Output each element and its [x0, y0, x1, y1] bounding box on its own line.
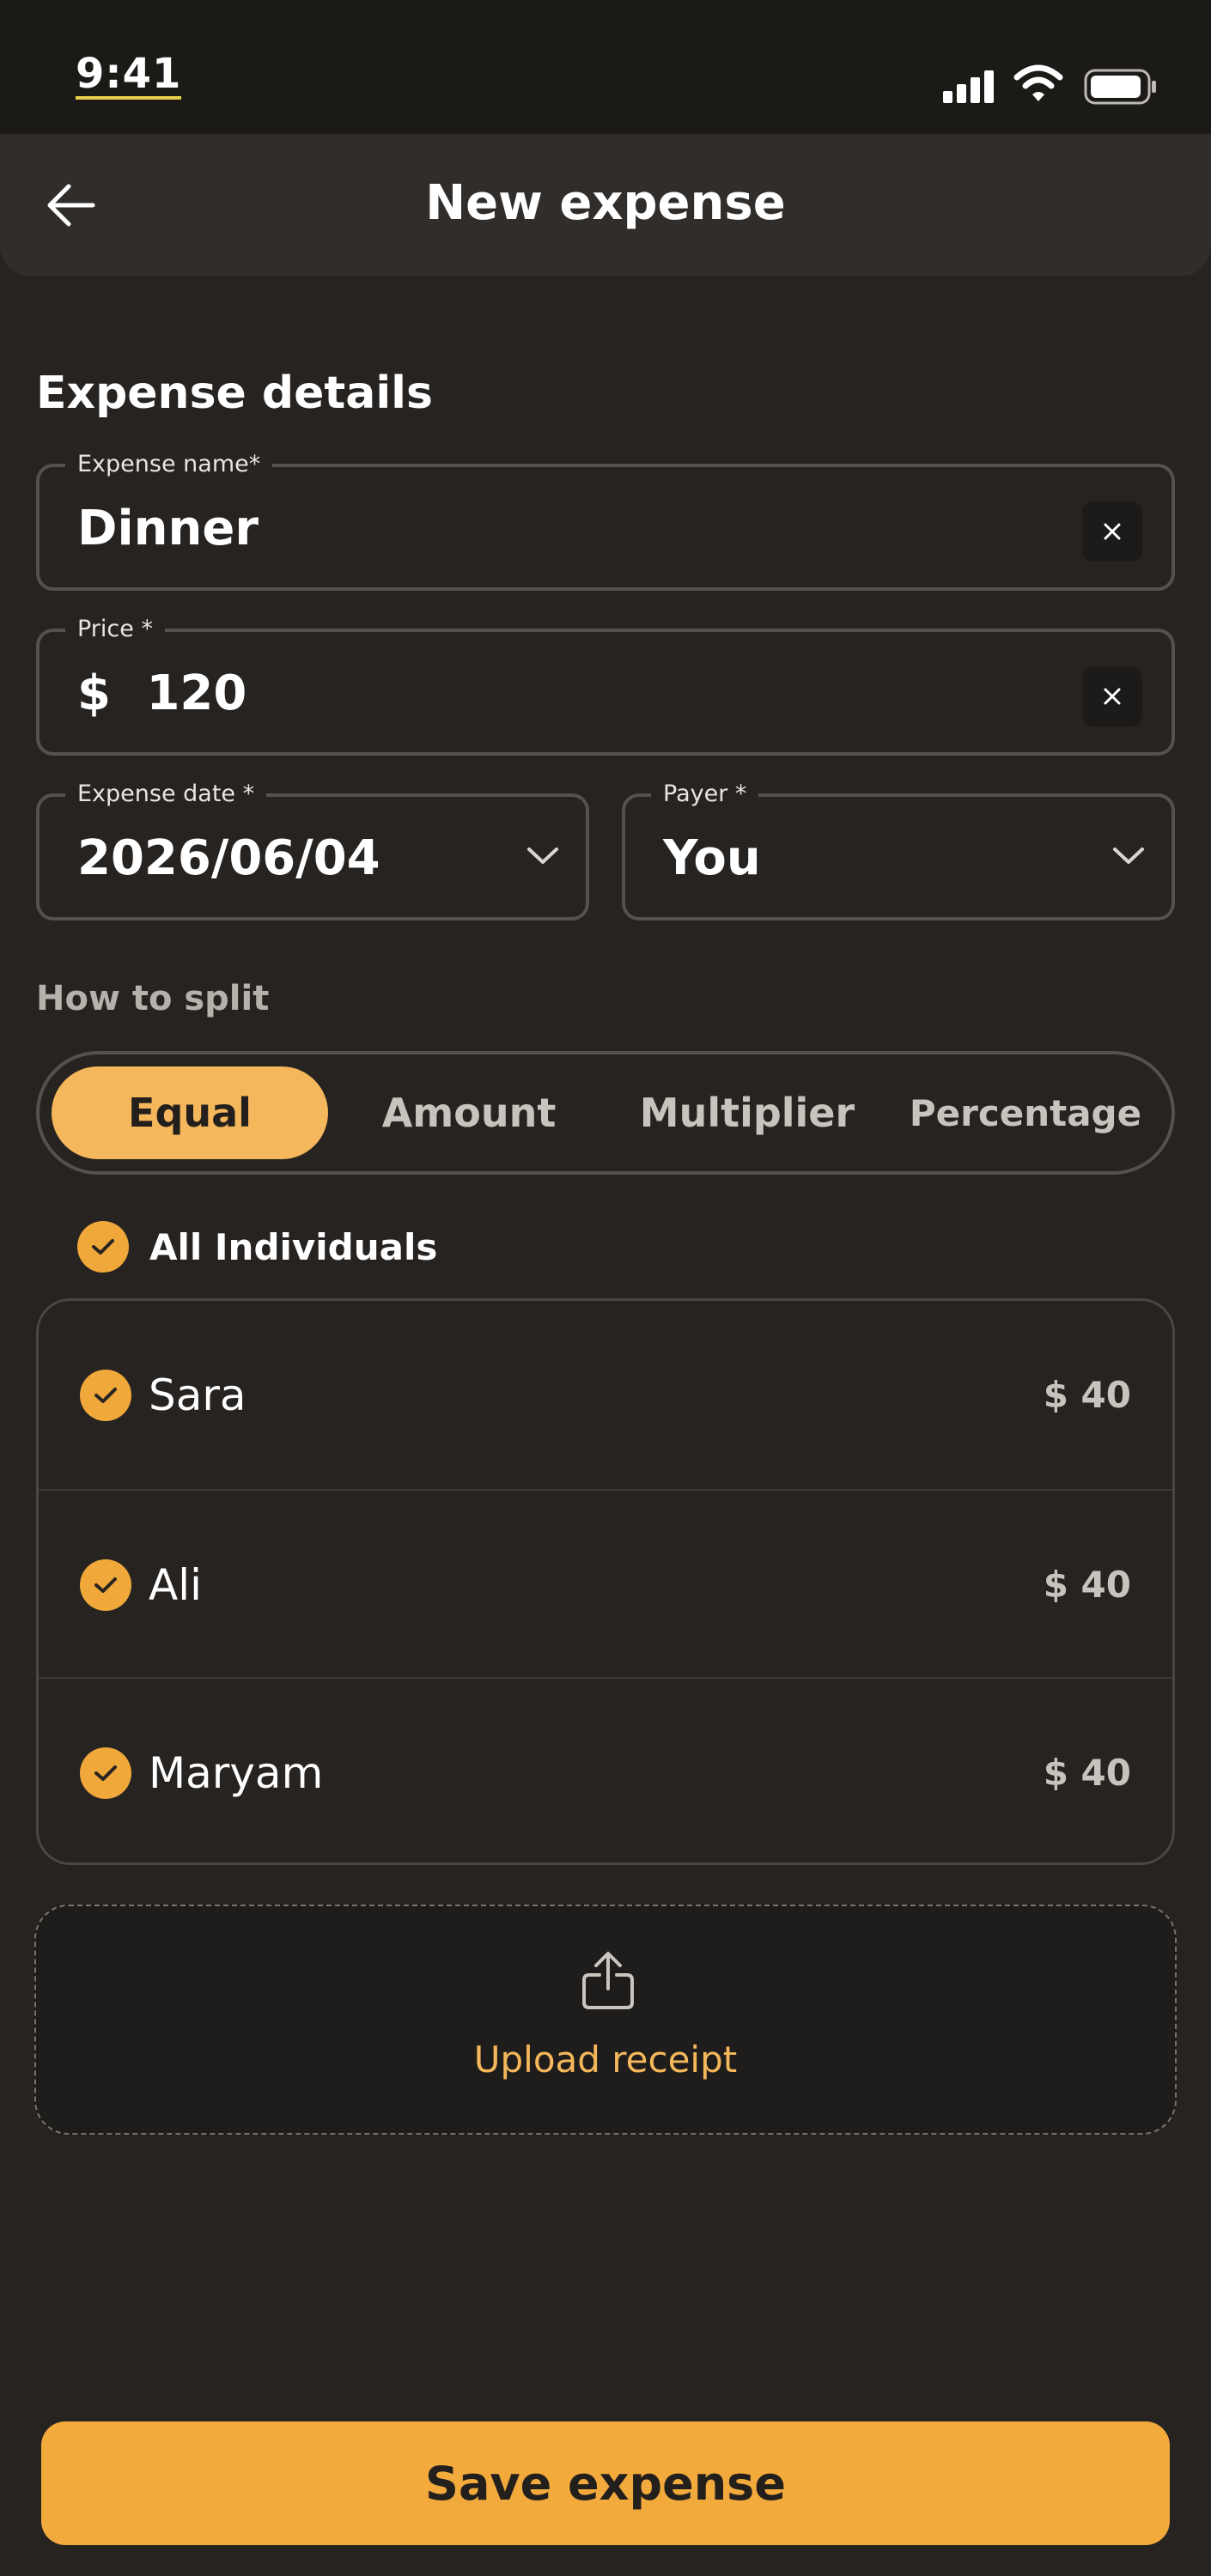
checkbox-checked[interactable] — [77, 1221, 129, 1273]
check-icon — [94, 1577, 117, 1593]
participants-list: Sara $ 40 Ali $ 40 Maryam $ 40 — [36, 1298, 1175, 1865]
tab-multiplier[interactable]: Multiplier — [610, 1066, 885, 1159]
participant-name: Ali — [149, 1560, 202, 1610]
status-time: 9:41 — [76, 50, 182, 100]
chevron-down-icon — [1113, 848, 1144, 864]
price-value[interactable]: 120 — [146, 665, 246, 721]
battery-icon — [1084, 69, 1156, 105]
payer-value: You — [663, 830, 761, 886]
check-icon — [94, 1388, 117, 1403]
upload-receipt-label: Upload receipt — [473, 2038, 738, 2081]
all-individuals-label: All Individuals — [149, 1225, 438, 1268]
checkbox-checked[interactable] — [80, 1559, 131, 1611]
participant-amount: $ 40 — [1043, 1564, 1131, 1606]
currency-symbol: $ — [77, 665, 111, 721]
price-value-group[interactable]: $ 120 — [77, 666, 246, 721]
upload-share-icon — [582, 1952, 634, 2009]
checkbox-checked[interactable] — [80, 1370, 131, 1421]
price-field[interactable]: Price * $ 120 — [36, 617, 1175, 756]
app-header: New expense — [0, 134, 1211, 276]
participant-name: Sara — [149, 1370, 246, 1420]
expense-name-label: Expense name* — [65, 452, 273, 477]
wifi-icon — [1013, 64, 1063, 101]
price-label: Price * — [65, 617, 165, 642]
check-icon — [92, 1239, 114, 1255]
expense-date-value: 2026/06/04 — [77, 830, 380, 886]
list-item[interactable]: Maryam $ 40 — [39, 1677, 1172, 1867]
save-expense-button[interactable]: Save expense — [41, 2421, 1170, 2545]
close-icon — [1104, 688, 1121, 705]
expense-date-label: Expense date * — [65, 781, 267, 807]
expense-date-select[interactable]: Expense date * 2026/06/04 — [36, 781, 589, 920]
section-title-expense-details: Expense details — [36, 368, 433, 419]
participant-amount: $ 40 — [1043, 1374, 1131, 1416]
clear-name-button[interactable] — [1082, 501, 1142, 562]
list-item[interactable]: Sara $ 40 — [39, 1301, 1172, 1489]
payer-select[interactable]: Payer * You — [622, 781, 1175, 920]
expense-name-value[interactable]: Dinner — [77, 501, 259, 556]
participant-amount: $ 40 — [1043, 1752, 1131, 1794]
clear-price-button[interactable] — [1082, 666, 1142, 726]
tab-amount[interactable]: Amount — [332, 1066, 606, 1159]
payer-label: Payer * — [651, 781, 759, 807]
status-bar: 9:41 — [0, 0, 1211, 134]
participant-name: Maryam — [149, 1748, 324, 1798]
tab-equal[interactable]: Equal — [52, 1066, 328, 1159]
chevron-down-icon — [527, 848, 558, 864]
all-individuals-toggle[interactable]: All Individuals — [77, 1221, 437, 1273]
section-title-how-to-split: How to split — [36, 979, 270, 1018]
upload-receipt-dropzone[interactable]: Upload receipt — [34, 1905, 1177, 2135]
expense-name-field[interactable]: Expense name* Dinner — [36, 452, 1175, 591]
split-mode-segmented-control: Equal Amount Multiplier Percentage — [36, 1051, 1175, 1175]
tab-percentage[interactable]: Percentage — [886, 1066, 1165, 1159]
checkbox-checked[interactable] — [80, 1747, 131, 1799]
list-item[interactable]: Ali $ 40 — [39, 1489, 1172, 1679]
close-icon — [1104, 523, 1121, 540]
check-icon — [94, 1765, 117, 1781]
page-title: New expense — [425, 175, 786, 231]
cellular-signal-icon — [943, 69, 996, 103]
